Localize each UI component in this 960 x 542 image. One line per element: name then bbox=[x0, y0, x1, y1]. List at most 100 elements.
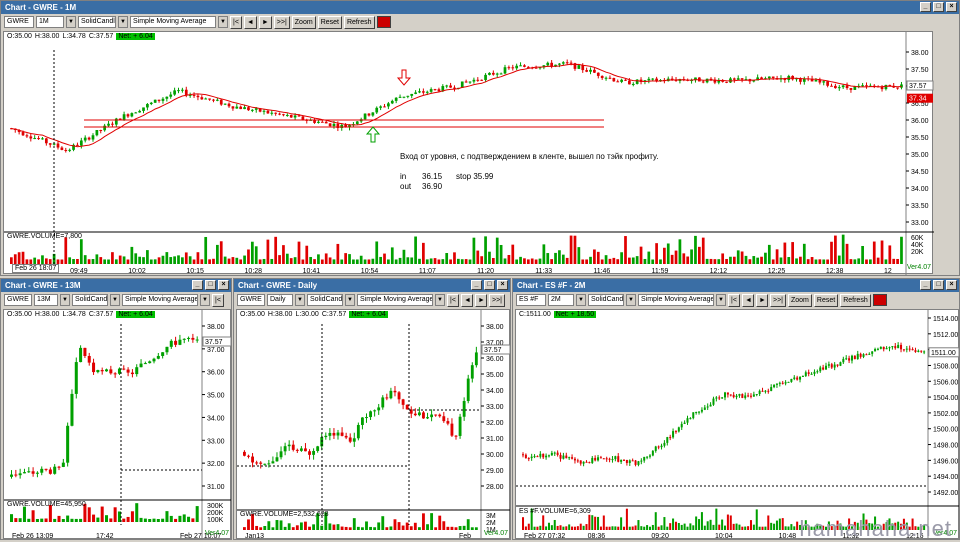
nav-last-button[interactable]: >>| bbox=[770, 293, 786, 307]
nav-first-button[interactable]: |< bbox=[212, 293, 224, 307]
plot-13m[interactable]: O:35.00 H:38.00 L:34.78 C:37.57 Net: + 6… bbox=[3, 309, 231, 539]
candle-body bbox=[767, 76, 771, 79]
close-icon[interactable]: × bbox=[946, 280, 957, 290]
volume-bar bbox=[623, 526, 626, 530]
close-icon[interactable]: × bbox=[946, 2, 957, 12]
volume-bar bbox=[616, 259, 620, 264]
style-select[interactable]: SolidCandle bbox=[588, 294, 624, 306]
chevron-down-icon[interactable]: ▼ bbox=[345, 294, 355, 306]
candle-body bbox=[631, 460, 634, 462]
zoom-button[interactable]: Zoom bbox=[788, 293, 812, 307]
maximize-icon[interactable]: □ bbox=[933, 280, 944, 290]
chevron-down-icon[interactable]: ▼ bbox=[66, 16, 76, 28]
nav-next-button[interactable]: ► bbox=[756, 293, 768, 307]
reset-button[interactable]: Reset bbox=[317, 15, 342, 29]
plot-daily[interactable]: O:35.00 H:38.00 L:30.00 C:37.57 Net: + 6… bbox=[236, 309, 510, 539]
style-select[interactable]: SolidCandle bbox=[307, 294, 343, 306]
volume-bar bbox=[796, 521, 799, 530]
interval-select[interactable]: Daily bbox=[267, 294, 293, 306]
minimize-icon[interactable]: _ bbox=[471, 280, 482, 290]
chart-settings-icon[interactable] bbox=[872, 294, 887, 306]
candle-body bbox=[289, 114, 293, 118]
volume-bar bbox=[738, 524, 741, 530]
volume-bar bbox=[266, 239, 270, 264]
refresh-button[interactable]: Refresh bbox=[343, 15, 375, 29]
maximize-icon[interactable]: □ bbox=[933, 2, 944, 12]
nav-next-button[interactable]: ► bbox=[258, 15, 272, 29]
volume-bar bbox=[589, 256, 592, 264]
price-tick-label: 35.00 bbox=[207, 393, 225, 400]
nav-first-button[interactable]: |< bbox=[447, 293, 459, 307]
volume-bar bbox=[445, 253, 449, 264]
nav-prev-button[interactable]: ◄ bbox=[461, 293, 473, 307]
candle-body bbox=[608, 77, 612, 79]
reset-button[interactable]: Reset bbox=[813, 293, 839, 307]
candle-body bbox=[169, 340, 173, 347]
chevron-down-icon[interactable]: ▼ bbox=[218, 16, 228, 28]
zoom-button[interactable]: Zoom bbox=[291, 15, 316, 29]
symbol-input[interactable]: GWRE bbox=[237, 294, 265, 306]
indicator-select[interactable]: Simple Moving Average bbox=[130, 16, 216, 28]
candle-body bbox=[862, 354, 865, 357]
chevron-down-icon[interactable]: ▼ bbox=[200, 294, 210, 306]
style-select[interactable]: SolidCandle bbox=[78, 16, 116, 28]
candle-body bbox=[204, 98, 208, 100]
chart-es-window: Chart - ES #F - 2M _ □ × ES #F 2M ▼ SolidC… bbox=[512, 278, 960, 540]
chevron-down-icon[interactable]: ▼ bbox=[110, 294, 120, 306]
volume-bar bbox=[686, 526, 689, 530]
volume-bar bbox=[426, 524, 429, 530]
indicator-select[interactable]: Simple Moving Average bbox=[122, 294, 198, 306]
candle-body bbox=[631, 83, 635, 85]
candle-body bbox=[692, 412, 695, 419]
close-icon[interactable]: × bbox=[218, 280, 229, 290]
candle-body bbox=[285, 114, 289, 116]
nav-last-button[interactable]: >>| bbox=[489, 293, 505, 307]
chevron-down-icon[interactable]: ▼ bbox=[435, 294, 445, 306]
nav-first-button[interactable]: |< bbox=[728, 293, 740, 307]
chart-settings-icon[interactable] bbox=[376, 16, 391, 28]
chevron-down-icon[interactable]: ▼ bbox=[118, 16, 128, 28]
style-select[interactable]: SolidCandle bbox=[72, 294, 108, 306]
plot-es[interactable]: C:1511.00 Net: + 18.50 1514.001512.00151… bbox=[515, 309, 959, 539]
maximize-icon[interactable]: □ bbox=[205, 280, 216, 290]
main-plot[interactable]: O:35.00 H:38.00 L:34.78 C:37.57 Net: + 6… bbox=[3, 31, 934, 275]
volume-bar bbox=[348, 527, 352, 530]
symbol-input[interactable]: ES #F bbox=[516, 294, 546, 306]
candle-body bbox=[274, 112, 278, 114]
interval-select[interactable]: 2M bbox=[548, 294, 574, 306]
candle-body bbox=[56, 143, 60, 148]
interval-select[interactable]: 1M bbox=[36, 16, 64, 28]
candle-body bbox=[724, 392, 727, 398]
volume-bar bbox=[153, 259, 157, 264]
nav-last-button[interactable]: >>| bbox=[273, 15, 290, 29]
volume-bar bbox=[383, 253, 386, 264]
volume-bar bbox=[348, 254, 351, 264]
refresh-button[interactable]: Refresh bbox=[840, 293, 871, 307]
indicator-select[interactable]: Simple Moving Average bbox=[357, 294, 433, 306]
symbol-input[interactable]: GWRE bbox=[4, 16, 34, 28]
candle-body bbox=[695, 411, 698, 413]
titlebar-13m: Chart - GWRE - 13M _ □ × bbox=[1, 279, 231, 292]
nav-first-button[interactable]: |< bbox=[230, 15, 242, 29]
candle-body bbox=[562, 455, 565, 459]
price-tick-label: 34.00 bbox=[486, 388, 504, 395]
symbol-input[interactable]: GWRE bbox=[4, 294, 32, 306]
indicator-select[interactable]: Simple Moving Average bbox=[638, 294, 714, 306]
chevron-down-icon[interactable]: ▼ bbox=[295, 294, 305, 306]
volume-bar bbox=[293, 257, 297, 264]
minimize-icon[interactable]: _ bbox=[192, 280, 203, 290]
chevron-down-icon[interactable]: ▼ bbox=[576, 294, 586, 306]
nav-next-button[interactable]: ► bbox=[475, 293, 487, 307]
chevron-down-icon[interactable]: ▼ bbox=[716, 294, 726, 306]
volume-bar bbox=[328, 257, 332, 264]
interval-select[interactable]: 13M bbox=[34, 294, 58, 306]
maximize-icon[interactable]: □ bbox=[484, 280, 495, 290]
close-icon[interactable]: × bbox=[497, 280, 508, 290]
nav-prev-button[interactable]: ◄ bbox=[742, 293, 754, 307]
minimize-icon[interactable]: _ bbox=[920, 280, 931, 290]
nav-prev-button[interactable]: ◄ bbox=[243, 15, 257, 29]
chevron-down-icon[interactable]: ▼ bbox=[626, 294, 636, 306]
minimize-icon[interactable]: _ bbox=[920, 2, 931, 12]
chevron-down-icon[interactable]: ▼ bbox=[60, 294, 70, 306]
volume-bar bbox=[888, 245, 892, 264]
